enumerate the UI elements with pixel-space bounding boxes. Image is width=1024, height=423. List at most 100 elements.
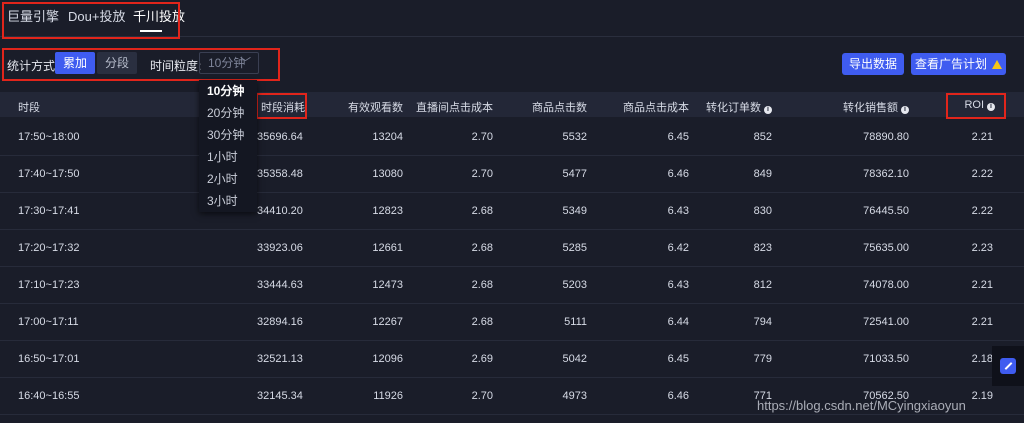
cell-product-click-cost: 6.44 xyxy=(667,316,689,328)
cell-period: 17:20~17:32 xyxy=(18,242,80,254)
granularity-option[interactable]: 20分钟 xyxy=(199,102,257,124)
cell-period-cost: 32521.13 xyxy=(257,353,303,365)
cell-period: 16:40~16:55 xyxy=(18,390,80,402)
view-ad-plan-button[interactable]: 查看广告计划 xyxy=(911,53,1006,75)
view-ad-plan-label: 查看广告计划 xyxy=(914,57,987,71)
cell-product-click-cost: 6.46 xyxy=(667,390,689,402)
table-row: 17:50~18:00 35696.64 13204 2.70 5532 6.45 852 7… xyxy=(0,118,1024,156)
cell-period: 17:50~18:00 xyxy=(18,131,80,143)
cell-conversion-sales: 76445.50 xyxy=(863,205,909,217)
cell-period: 16:50~17:01 xyxy=(18,353,80,365)
cell-valid-views: 12823 xyxy=(372,205,403,217)
cell-valid-views: 13080 xyxy=(372,168,403,180)
cell-product-click-cost: 6.43 xyxy=(667,279,689,291)
cell-product-click-cost: 6.42 xyxy=(667,242,689,254)
cell-live-click-cost: 2.68 xyxy=(471,242,493,254)
cell-valid-views: 12661 xyxy=(372,242,403,254)
granularity-option[interactable]: 3小时 xyxy=(199,190,257,212)
header-product-clicks: 商品点击数 xyxy=(532,102,587,114)
cell-period-cost: 32894.16 xyxy=(257,316,303,328)
pencil-icon xyxy=(1000,358,1016,374)
cell-roi: 2.23 xyxy=(971,242,993,254)
cell-period: 17:40~17:50 xyxy=(18,168,80,180)
cell-product-click-cost: 6.45 xyxy=(667,131,689,143)
cell-conversion-sales: 72541.00 xyxy=(863,316,909,328)
cell-conversion-sales: 78362.10 xyxy=(863,168,909,180)
granularity-option[interactable]: 1小时 xyxy=(199,146,257,168)
period-cost-highlight-box xyxy=(256,93,307,119)
cell-live-click-cost: 2.69 xyxy=(471,353,493,365)
cell-product-clicks: 5532 xyxy=(562,131,587,143)
cell-live-click-cost: 2.68 xyxy=(471,205,493,217)
cell-conversion-orders: 823 xyxy=(753,242,772,254)
cell-conversion-sales: 78890.80 xyxy=(863,131,909,143)
cell-conversion-orders: 812 xyxy=(753,279,772,291)
table-row: 17:40~17:50 35358.48 13080 2.70 5477 6.46 849 7… xyxy=(0,155,1024,193)
cell-conversion-orders: 794 xyxy=(753,316,772,328)
cell-product-click-cost: 6.46 xyxy=(667,168,689,180)
cell-roi: 2.21 xyxy=(971,131,993,143)
cell-roi: 2.18 xyxy=(971,353,993,365)
cell-conversion-orders: 779 xyxy=(753,353,772,365)
cell-conversion-orders: 849 xyxy=(753,168,772,180)
cell-live-click-cost: 2.68 xyxy=(471,316,493,328)
cell-valid-views: 12096 xyxy=(372,353,403,365)
cell-period-cost: 32145.34 xyxy=(257,390,303,402)
cell-roi: 2.22 xyxy=(971,205,993,217)
table-row: 17:30~17:41 34410.20 12823 2.68 5349 6.43 830 7… xyxy=(0,192,1024,230)
cell-valid-views: 11926 xyxy=(373,390,403,402)
export-data-button[interactable]: 导出数据 xyxy=(842,53,904,75)
table-row: 17:20~17:32 33923.06 12661 2.68 5285 6.42 823 7… xyxy=(0,229,1024,267)
floating-edit-button[interactable] xyxy=(992,346,1024,386)
cell-valid-views: 12267 xyxy=(372,316,403,328)
header-conversion-orders: 转化订单数 i xyxy=(706,99,772,115)
cell-live-click-cost: 2.70 xyxy=(471,168,493,180)
table-row: 17:00~17:11 32894.16 12267 2.68 5111 6.44 794 7… xyxy=(0,303,1024,341)
cell-period-cost: 35358.48 xyxy=(257,168,303,180)
cell-product-click-cost: 6.45 xyxy=(667,353,689,365)
table-row: 17:10~17:23 33444.63 12473 2.68 5203 6.43 812 7… xyxy=(0,266,1024,304)
cell-product-clicks: 5042 xyxy=(562,353,587,365)
granularity-dropdown: 10分钟 20分钟 30分钟 1小时 2小时 3小时 xyxy=(199,80,257,212)
header-conversion-sales: 转化销售额 i xyxy=(843,99,909,115)
info-icon[interactable]: i xyxy=(901,106,909,114)
stat-controls-highlight-box xyxy=(2,48,280,81)
header-period: 时段 xyxy=(18,102,40,114)
cell-period: 17:30~17:41 xyxy=(18,205,80,217)
cell-period: 17:10~17:23 xyxy=(18,279,80,291)
cell-period-cost: 33923.06 xyxy=(257,242,303,254)
granularity-option[interactable]: 2小时 xyxy=(199,168,257,190)
tabs-highlight-box xyxy=(2,2,180,39)
cell-product-clicks: 4973 xyxy=(562,390,587,402)
cell-conversion-orders: 830 xyxy=(753,205,772,217)
granularity-option[interactable]: 10分钟 xyxy=(199,80,257,102)
cell-product-clicks: 5203 xyxy=(562,279,587,291)
cell-product-clicks: 5111 xyxy=(564,316,587,328)
cell-live-click-cost: 2.70 xyxy=(471,131,493,143)
cell-roi: 2.19 xyxy=(971,390,993,402)
cell-conversion-sales: 74078.00 xyxy=(863,279,909,291)
cell-valid-views: 13204 xyxy=(372,131,403,143)
cell-roi: 2.21 xyxy=(971,316,993,328)
cell-roi: 2.22 xyxy=(971,168,993,180)
cell-live-click-cost: 2.68 xyxy=(471,279,493,291)
cell-valid-views: 12473 xyxy=(372,279,403,291)
cell-period-cost: 34410.20 xyxy=(257,205,303,217)
warning-icon xyxy=(992,60,1002,69)
cell-product-click-cost: 6.43 xyxy=(667,205,689,217)
cell-period-cost: 33444.63 xyxy=(257,279,303,291)
cell-conversion-orders: 852 xyxy=(753,131,772,143)
cell-conversion-sales: 75635.00 xyxy=(863,242,909,254)
table-header: 时段 时段消耗 有效观看数 直播间点击成本 商品点击数 商品点击成本 转化订单数… xyxy=(0,92,1024,117)
watermark: https://blog.csdn.net/MCyingxiaoyun xyxy=(757,398,966,413)
header-conversion-sales-label: 转化销售额 xyxy=(843,102,898,114)
cell-conversion-sales: 71033.50 xyxy=(863,353,909,365)
cell-live-click-cost: 2.70 xyxy=(471,390,493,402)
header-product-click-cost: 商品点击成本 xyxy=(623,102,689,114)
info-icon[interactable]: i xyxy=(764,106,772,114)
granularity-option[interactable]: 30分钟 xyxy=(199,124,257,146)
cell-period: 17:00~17:11 xyxy=(18,316,79,328)
roi-highlight-box xyxy=(946,93,1006,119)
table-row: 16:50~17:01 32521.13 12096 2.69 5042 6.45 779 7… xyxy=(0,340,1024,378)
cell-product-clicks: 5477 xyxy=(562,168,587,180)
